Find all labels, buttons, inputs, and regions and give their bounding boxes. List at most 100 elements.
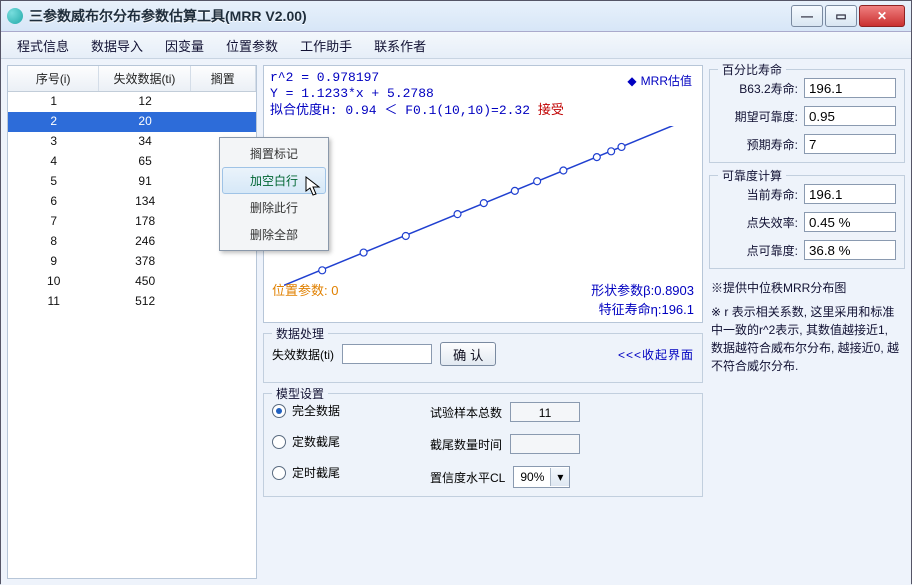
ti-input-label: 失效数据(ti) xyxy=(272,346,334,363)
menu-dependent-var[interactable]: 因变量 xyxy=(157,33,212,58)
context-menu-item[interactable]: 删除此行 xyxy=(222,194,326,221)
menu-assistant[interactable]: 工作助手 xyxy=(292,33,360,58)
trunc-value-field[interactable] xyxy=(510,434,580,454)
shape-param-label: 形状参数β:0.8903 xyxy=(591,280,694,299)
percent-life-caption: 百分比寿命 xyxy=(718,61,786,78)
context-menu-item[interactable]: 删除全部 xyxy=(222,221,326,248)
table-cell: 512 xyxy=(99,292,190,312)
chart-legend: MRR估值 xyxy=(627,72,692,89)
radio-dot-icon xyxy=(272,404,286,418)
table-cell: 10 xyxy=(8,272,99,292)
app-icon xyxy=(7,8,23,24)
table-header: 序号(i) 失效数据(ti) 搁置 xyxy=(8,66,256,92)
table-cell: 5 xyxy=(8,172,99,192)
table-cell: 1 xyxy=(8,92,99,112)
minimize-button[interactable]: — xyxy=(791,5,823,27)
menu-contact[interactable]: 联系作者 xyxy=(366,33,434,58)
percent-life-group: 百分比寿命 B63.2寿命: 期望可靠度: 预期寿命: xyxy=(709,69,905,163)
b63-label: B63.2寿命: xyxy=(718,80,798,97)
col-index: 序号(i) xyxy=(8,66,99,91)
table-cell xyxy=(191,92,256,112)
radio-dot-icon xyxy=(272,435,286,449)
col-censor: 搁置 xyxy=(191,66,256,91)
confirm-button[interactable]: 确 认 xyxy=(440,342,496,366)
table-cell: 6 xyxy=(8,192,99,212)
context-menu-item[interactable]: 加空白行 xyxy=(222,167,326,194)
expect-label: 预期寿命: xyxy=(718,136,798,153)
table-cell xyxy=(191,272,256,292)
fit-test-label: 拟合优度H: 0.94 ＜ F0.1(10,10)=2.32 xyxy=(270,103,538,118)
menu-program-info[interactable]: 程式信息 xyxy=(9,33,77,58)
context-menu: 搁置标记加空白行删除此行删除全部 xyxy=(219,137,329,251)
radio-count-trunc[interactable]: 定数截尾 xyxy=(272,433,392,450)
cur-life-label: 当前寿命: xyxy=(718,186,798,203)
note-1: ※提供中位秩MRR分布图 xyxy=(711,279,903,297)
location-param-label: 位置参数: 0 xyxy=(272,280,338,318)
menu-location-param[interactable]: 位置参数 xyxy=(218,33,286,58)
table-cell: 9 xyxy=(8,252,99,272)
reliab-label: 期望可靠度: xyxy=(718,108,798,125)
radio-dot-icon xyxy=(272,466,286,480)
cl-label: 置信度水平CL xyxy=(430,469,505,486)
context-menu-item[interactable]: 搁置标记 xyxy=(222,140,326,167)
table-cell: 134 xyxy=(99,192,190,212)
table-cell: 3 xyxy=(8,132,99,152)
reliab-field[interactable] xyxy=(804,106,896,126)
chevron-down-icon: ▾ xyxy=(550,468,569,486)
radio-full-data[interactable]: 完全数据 xyxy=(272,402,392,419)
col-ti: 失效数据(ti) xyxy=(99,66,190,91)
chart-panel: MRR估值 r^2 = 0.978197 Y = 1.1233*x + 5.27… xyxy=(263,65,703,323)
char-life-label: 特征寿命η:196.1 xyxy=(591,299,694,318)
table-row[interactable]: 112 xyxy=(8,92,256,112)
window-title: 三参数威布尔分布参数估算工具(MRR V2.00) xyxy=(29,6,791,26)
table-cell: 246 xyxy=(99,232,190,252)
table-cell: 450 xyxy=(99,272,190,292)
cur-life-field[interactable] xyxy=(804,184,896,204)
model-caption: 模型设置 xyxy=(272,385,328,402)
notes: ※提供中位秩MRR分布图 ※ r 表示相关系数, 这里采用和标准中一致的r^2表… xyxy=(709,277,905,377)
sample-total-field[interactable]: 11 xyxy=(510,402,580,422)
ti-input[interactable] xyxy=(342,344,432,364)
menu-data-import[interactable]: 数据导入 xyxy=(83,33,151,58)
data-proc-group: 数据处理 失效数据(ti) 确 认 <<<收起界面 xyxy=(263,333,703,383)
cl-select[interactable]: 90%▾ xyxy=(513,466,570,488)
table-cell: 20 xyxy=(99,112,190,132)
table-cell: 4 xyxy=(8,152,99,172)
table-cell: 8 xyxy=(8,232,99,252)
fit-accept-label: 接受 xyxy=(538,103,564,118)
table-cell xyxy=(191,252,256,272)
table-cell: 178 xyxy=(99,212,190,232)
pt-reliab-label: 点可靠度: xyxy=(718,242,798,259)
table-row[interactable]: 9378 xyxy=(8,252,256,272)
radio-time-trunc[interactable]: 定时截尾 xyxy=(272,464,392,481)
sample-total-label: 试验样本总数 xyxy=(430,404,502,421)
fail-rate-field[interactable] xyxy=(804,212,896,232)
fail-rate-label: 点失效率: xyxy=(718,214,798,231)
menu-bar: 程式信息 数据导入 因变量 位置参数 工作助手 联系作者 xyxy=(1,32,911,59)
trunc-value-label: 截尾数量时间 xyxy=(430,436,502,453)
table-row[interactable]: 220 xyxy=(8,112,256,132)
reliab-calc-group: 可靠度计算 当前寿命: 点失效率: 点可靠度: xyxy=(709,175,905,269)
table-cell: 91 xyxy=(99,172,190,192)
note-2: ※ r 表示相关系数, 这里采用和标准中一致的r^2表示, 其数值越接近1, 数… xyxy=(711,303,903,375)
data-proc-caption: 数据处理 xyxy=(272,325,328,342)
expect-field[interactable] xyxy=(804,134,896,154)
collapse-link[interactable]: <<<收起界面 xyxy=(618,346,694,363)
b63-field[interactable] xyxy=(804,78,896,98)
table-cell: 7 xyxy=(8,212,99,232)
title-bar: 三参数威布尔分布参数估算工具(MRR V2.00) — ▭ ✕ xyxy=(1,1,911,32)
reliab-calc-caption: 可靠度计算 xyxy=(718,167,786,184)
table-cell xyxy=(191,112,256,132)
table-row[interactable]: 11512 xyxy=(8,292,256,312)
pt-reliab-field[interactable] xyxy=(804,240,896,260)
table-cell: 34 xyxy=(99,132,190,152)
plot-area xyxy=(284,126,682,286)
close-button[interactable]: ✕ xyxy=(859,5,905,27)
table-cell: 2 xyxy=(8,112,99,132)
table-cell xyxy=(191,292,256,312)
table-cell: 11 xyxy=(8,292,99,312)
maximize-button[interactable]: ▭ xyxy=(825,5,857,27)
table-row[interactable]: 10450 xyxy=(8,272,256,292)
table-cell: 12 xyxy=(99,92,190,112)
table-cell: 65 xyxy=(99,152,190,172)
